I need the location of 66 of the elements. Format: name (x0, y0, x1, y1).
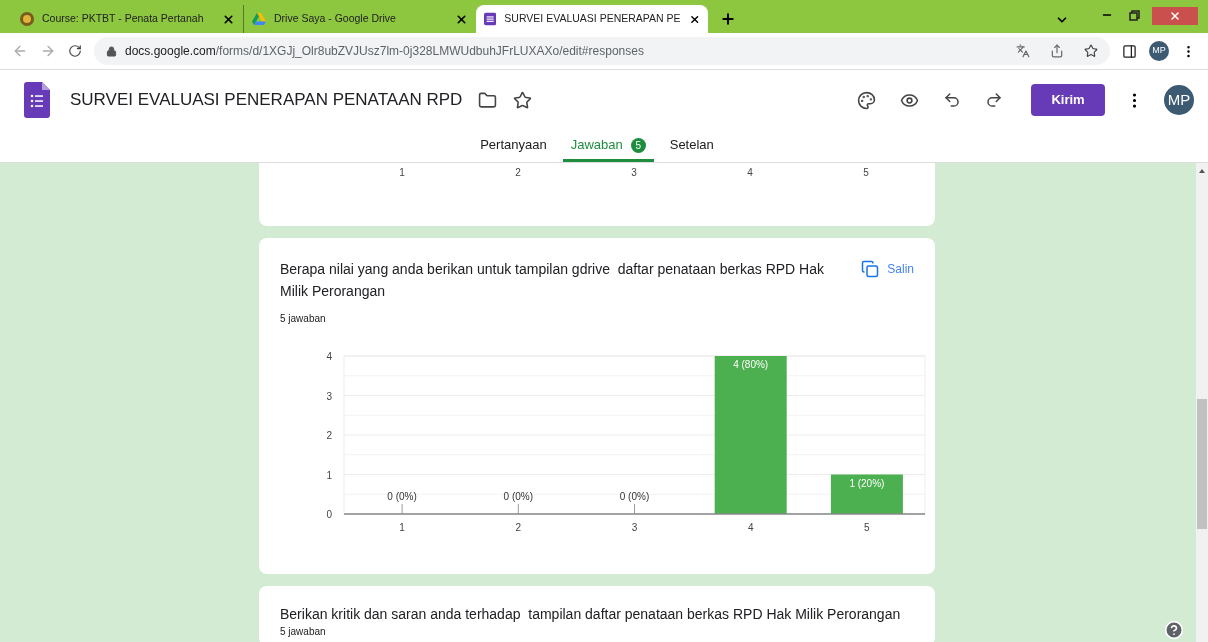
axis-label: 5 (862, 166, 870, 180)
forms-logo-icon (24, 82, 50, 118)
reload-icon[interactable] (68, 44, 82, 58)
value-label: 0 (0%) (503, 491, 534, 502)
axis-label: 4 (747, 522, 754, 533)
close-icon (1169, 10, 1181, 22)
address-bar[interactable]: docs.google.com/forms/d/1XGJj_Olr8ubZVJUsz7lm-0j328LMWUdbuhJFrLUXAXo/edit#responses (94, 37, 1110, 65)
tab-label: Setelan (669, 136, 714, 155)
value-label: 1 (20%) (849, 477, 885, 489)
question-text: Berapa nilai yang anda berikan untuk tampilan gdrive daftar penataan berkas RPD Hak Milik Perorangan (280, 260, 825, 301)
side-panel-icon[interactable] (1122, 43, 1137, 59)
lock-icon (106, 45, 117, 57)
form-tab[interactable]: Setelan (661, 131, 722, 162)
count-badge: 5 (630, 137, 646, 153)
axis-label: 1 (398, 166, 406, 180)
scrollbar-thumb[interactable] (1197, 399, 1207, 529)
axis-label: 3 (326, 390, 332, 402)
triangle-icon (252, 12, 266, 26)
folder-icon[interactable] (478, 90, 498, 110)
copy-button[interactable]: Salin (861, 258, 914, 280)
copy-icon (861, 260, 880, 278)
palette-icon[interactable] (857, 90, 876, 110)
axis-label: 5 (864, 522, 870, 533)
undo-icon[interactable] (943, 91, 961, 109)
help-icon[interactable] (1164, 620, 1184, 640)
url-text: docs.google.com/forms/d/1XGJj_Olr8ubZVJUsz7lm-0j328LMWUdbuhJFrLUXAXo/edit#responses (125, 43, 645, 60)
redo-icon[interactable] (985, 91, 1003, 109)
tab-title: Course: PKTBT - Penata Pertanah (42, 11, 205, 27)
question-text: Berikan kritik dan saran anda terhadap tampilan daftar penataan berkas RPD Hak Milik Perorangan (280, 605, 902, 623)
form-title[interactable]: SURVEI EVALUASI PENERAPAN PENATAAN RPD (70, 87, 463, 113)
translate-icon[interactable] (1016, 44, 1030, 58)
value-label: 0 (0%) (619, 491, 650, 502)
axis-label: 1 (326, 469, 332, 481)
forms-icon (484, 12, 497, 26)
scroll-up-icon[interactable] (1198, 168, 1206, 174)
axis-label: 4 (746, 166, 754, 180)
restore-icon[interactable] (1129, 10, 1140, 21)
close-icon[interactable] (222, 12, 235, 26)
value-label: 4 (80%) (733, 359, 769, 370)
browser-tab[interactable]: SURVEI EVALUASI PENERAPAN PE (476, 5, 708, 33)
axis-label: 3 (630, 166, 638, 180)
emblem-icon (20, 12, 34, 26)
share-icon[interactable] (1050, 44, 1064, 58)
response-count: 5 jawaban (279, 312, 327, 326)
profile-avatar[interactable]: MP (1149, 41, 1169, 61)
axis-label: 2 (515, 522, 522, 533)
bookmark-star-icon[interactable] (1084, 44, 1098, 58)
axis-label: 0 (326, 509, 332, 520)
form-tab[interactable]: Pertanyaan (472, 131, 555, 162)
axis-label: 1 (399, 522, 405, 533)
tab-label: Pertanyaan (480, 136, 547, 155)
star-icon[interactable] (513, 90, 533, 110)
tab-title: SURVEI EVALUASI PENERAPAN PE (504, 11, 681, 27)
tab-title: Drive Saya - Google Drive (274, 11, 397, 27)
value-label: 0 (0%) (387, 491, 417, 502)
axis-label: 2 (514, 166, 522, 180)
tab-label: Jawaban (570, 136, 623, 155)
send-button[interactable]: Kirim (1031, 84, 1105, 116)
user-avatar[interactable]: MP (1164, 85, 1194, 115)
axis-label: 3 (631, 522, 638, 533)
axis-label: 4 (326, 351, 332, 362)
new-tab-icon[interactable] (720, 11, 736, 27)
browser-tab[interactable]: Drive Saya - Google Drive (244, 5, 476, 33)
response-count: 5 jawaban (280, 626, 327, 638)
close-icon[interactable] (455, 12, 468, 26)
axis-label: 2 (326, 430, 332, 441)
